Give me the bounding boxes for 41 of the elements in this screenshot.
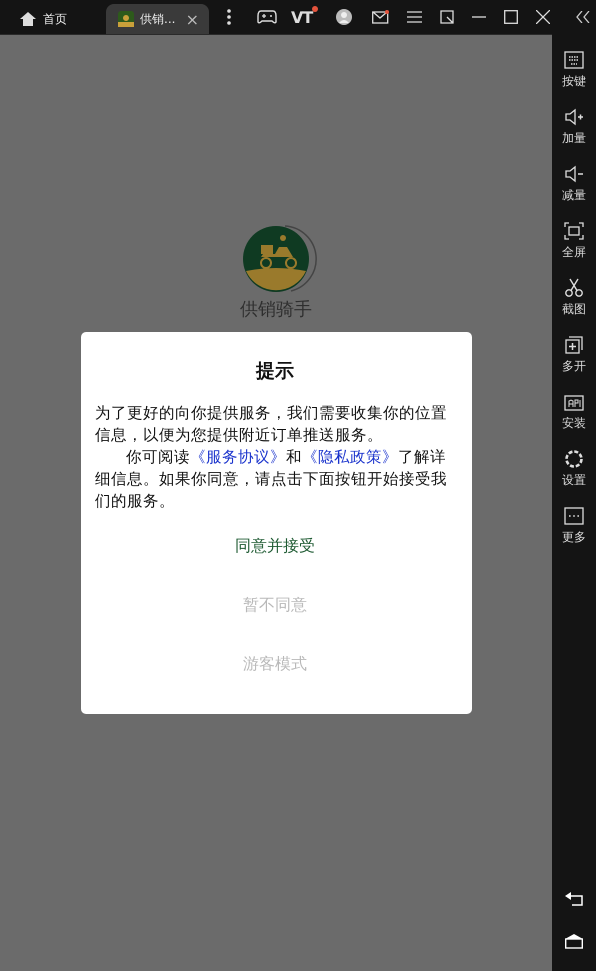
sidebar-button[interactable]: 截图 (562, 278, 586, 335)
minimize-icon[interactable] (472, 16, 486, 18)
sidebar-button[interactable]: 安装 (562, 392, 586, 449)
dialog-title: 提示 (256, 359, 294, 384)
avatar-icon[interactable] (336, 9, 352, 25)
tab[interactable]: 首页 (0, 4, 106, 34)
add-window-icon (563, 335, 585, 355)
sidebar-button[interactable]: 按键 (562, 50, 586, 107)
gear-icon (563, 449, 585, 469)
maximize-icon[interactable] (504, 10, 518, 24)
vt-button[interactable]: VT (291, 6, 318, 28)
privacy-policy-link[interactable]: 《隐私政策》 (302, 448, 398, 466)
fullscreen-icon (563, 221, 585, 241)
app-name: 供销骑手 (240, 299, 312, 321)
back-icon[interactable] (564, 891, 584, 907)
sidebar-button[interactable]: 多开 (562, 335, 586, 392)
resize-icon[interactable] (440, 10, 454, 24)
keyboard-icon (563, 50, 585, 70)
close-tab-button[interactable]: × (186, 10, 199, 28)
mail-icon[interactable] (372, 10, 390, 24)
sidebar-button[interactable]: 全屏 (562, 221, 586, 278)
sidebar-button[interactable]: 更多 (562, 506, 586, 563)
gamepad-icon[interactable] (257, 10, 277, 24)
close-icon[interactable] (536, 10, 550, 24)
tab[interactable]: 供销... × (106, 4, 209, 34)
menu-icon[interactable] (407, 11, 422, 23)
service-agreement-link[interactable]: 《服务协议》 (190, 448, 286, 466)
kebab-menu-icon[interactable] (227, 9, 231, 25)
sidebar-button[interactable]: 加量 (562, 107, 586, 164)
app-icon (118, 11, 134, 27)
home-icon[interactable] (564, 933, 584, 949)
sidebar-button[interactable]: 减量 (562, 164, 586, 221)
home-icon (20, 12, 36, 26)
collapse-icon[interactable] (576, 11, 590, 23)
volume-down-icon (563, 164, 585, 184)
more-icon (563, 506, 585, 526)
intro-text: 为了更好的向你提供服务，我们需要收集你的位置信息，以便为您提供附近订单推送服务。 (95, 403, 448, 446)
scissors-icon (563, 278, 585, 298)
volume-up-icon (563, 107, 585, 127)
sidebar-button[interactable]: 设置 (562, 449, 586, 506)
consent-text: 你可阅读《服务协议》和《隐私政策》了解详细信息。如果你同意，请点击下面按钮开始接受我们的服务。 (95, 447, 448, 512)
